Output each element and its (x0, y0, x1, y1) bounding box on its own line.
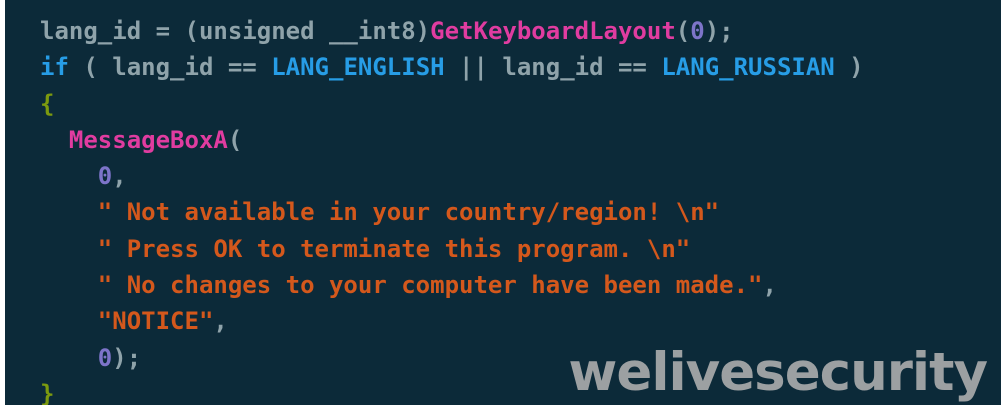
operator-token: , (213, 307, 228, 336)
operator-token: ); (112, 343, 142, 372)
keyword-token: if (40, 53, 69, 82)
constant-token: LANG_RUSSIAN (661, 53, 835, 82)
code-line: 0, (40, 158, 864, 194)
code-line: MessageBoxA( (40, 122, 864, 158)
operator-token: ( (227, 125, 243, 154)
operator-token: , (112, 162, 127, 191)
code-line: if ( lang_id == LANG_ENGLISH || lang_id … (40, 49, 864, 85)
operator-token: ( (675, 17, 691, 45)
screenshot-frame: lang_id = (unsigned __int8)GetKeyboardLa… (0, 0, 1006, 410)
code-line: lang_id = (unsigned __int8)GetKeyboardLa… (40, 13, 864, 49)
code-editor: lang_id = (unsigned __int8)GetKeyboardLa… (5, 0, 1001, 405)
operator-token: , (762, 271, 777, 300)
constant-token: LANG_ENGLISH (271, 53, 445, 82)
number-token: 0 (97, 343, 113, 372)
string-literal-token: "NOTICE" (97, 307, 214, 336)
code-line: "NOTICE", (40, 303, 864, 339)
code-line: { (40, 86, 864, 122)
code-line: " Not available in your country/region! … (40, 194, 864, 230)
string-literal-token: " No changes to your computer have been … (97, 271, 763, 300)
number-token: 0 (97, 162, 113, 191)
brace-token: { (40, 89, 55, 118)
string-literal-token: " Not available in your country/region! … (97, 198, 720, 227)
welivesecurity-watermark: welivesecurity (568, 342, 988, 403)
code-line: " No changes to your computer have been … (40, 267, 864, 303)
function-name-token: MessageBoxA (68, 125, 228, 154)
brace-token: } (40, 379, 55, 405)
number-token: 0 (690, 17, 705, 45)
code-token: || lang_id == (444, 53, 662, 82)
code-line: " Press OK to terminate this program. \n… (40, 231, 864, 267)
operator-token: ); (704, 17, 734, 45)
string-literal-token: " Press OK to terminate this program. \n… (97, 234, 691, 263)
function-name-token: GetKeyboardLayout (430, 17, 676, 45)
code-token: ( lang_id == (68, 53, 272, 82)
code-token: ) (834, 53, 864, 82)
code-token: lang_id = (unsigned __int8) (40, 17, 431, 45)
